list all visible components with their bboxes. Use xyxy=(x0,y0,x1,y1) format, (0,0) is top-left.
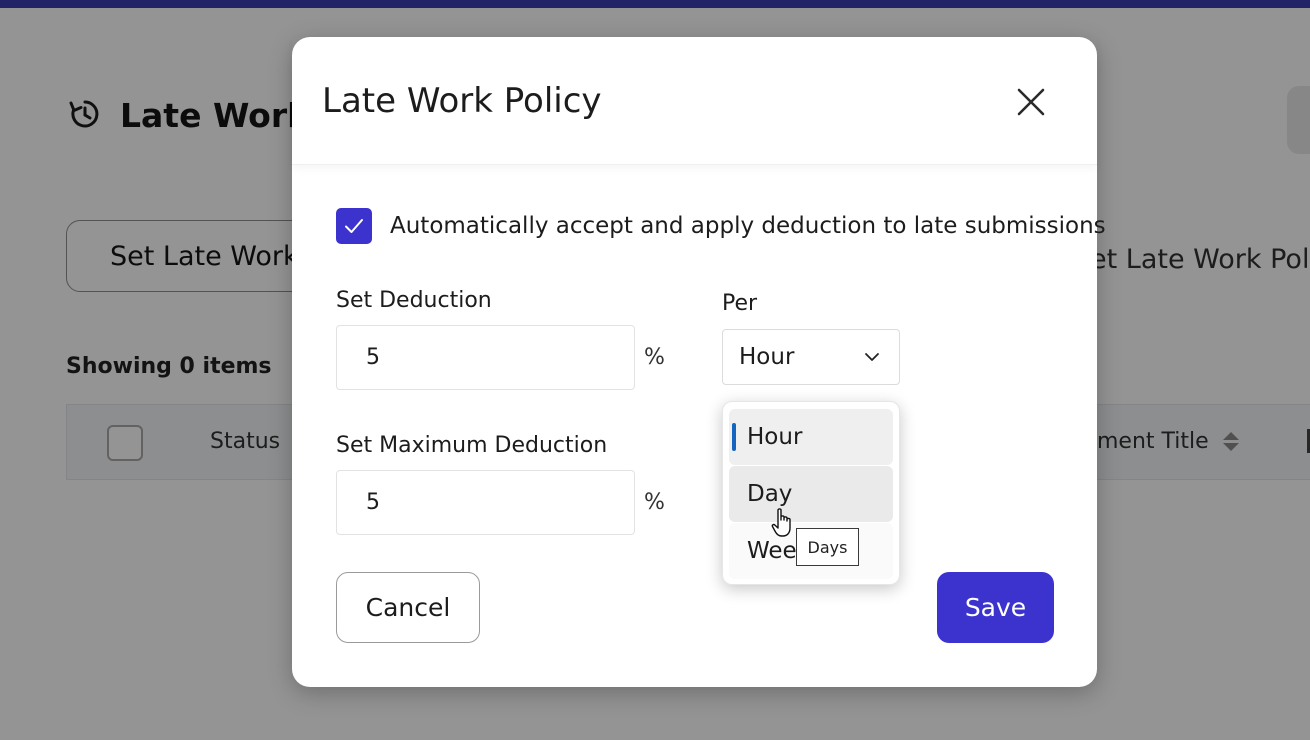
auto-accept-label: Automatically accept and apply deduction… xyxy=(390,213,1106,239)
check-icon xyxy=(345,219,363,233)
option-day[interactable]: Day xyxy=(729,466,893,522)
deduction-unit: % xyxy=(644,345,665,370)
option-hour[interactable]: Hour xyxy=(729,409,893,465)
option-label: Hour xyxy=(747,424,803,450)
max-deduction-unit: % xyxy=(644,490,665,515)
per-select-value: Hour xyxy=(739,344,795,370)
tooltip: Days xyxy=(796,528,859,566)
chevron-down-icon xyxy=(865,353,879,361)
dialog-header: Late Work Policy xyxy=(292,37,1097,165)
save-button[interactable]: Save xyxy=(937,572,1054,643)
option-label: Day xyxy=(747,481,793,507)
auto-accept-row: Automatically accept and apply deduction… xyxy=(336,208,1106,244)
set-deduction-label: Set Deduction xyxy=(336,288,492,313)
option-label: Wee xyxy=(747,538,797,564)
per-select[interactable]: Hour xyxy=(722,329,900,385)
max-deduction-input[interactable] xyxy=(336,470,635,535)
auto-accept-checkbox[interactable] xyxy=(336,208,372,244)
dialog-title: Late Work Policy xyxy=(322,81,602,121)
selected-indicator xyxy=(732,423,736,451)
set-max-deduction-label: Set Maximum Deduction xyxy=(336,433,608,458)
late-work-policy-dialog: Late Work Policy Automatically accept an… xyxy=(292,37,1106,687)
close-button[interactable] xyxy=(1012,83,1050,121)
close-icon xyxy=(1017,88,1045,116)
per-label: Per xyxy=(722,291,758,316)
cancel-button[interactable]: Cancel xyxy=(336,572,480,643)
deduction-input[interactable] xyxy=(336,325,635,390)
hand-pointer-icon xyxy=(771,508,791,537)
